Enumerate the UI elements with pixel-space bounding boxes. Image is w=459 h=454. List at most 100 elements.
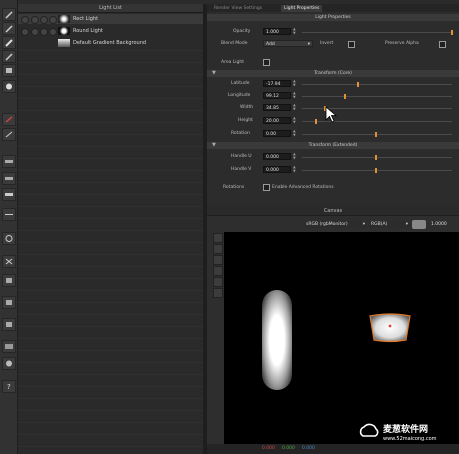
latitude-slider-knob[interactable] bbox=[357, 82, 359, 87]
render-canvas[interactable] bbox=[224, 232, 459, 444]
advanced-rotations-checkbox[interactable] bbox=[263, 184, 270, 191]
move-tool-icon[interactable] bbox=[213, 244, 223, 254]
latitude-slider[interactable] bbox=[302, 84, 452, 85]
opacity-slider[interactable] bbox=[302, 32, 452, 33]
visibility-toggle[interactable] bbox=[21, 28, 29, 36]
section-transform-core[interactable]: ▼ Transform (Core) bbox=[207, 70, 459, 77]
height-slider-knob[interactable] bbox=[315, 119, 317, 124]
fit-tool-icon[interactable] bbox=[213, 277, 223, 287]
solo-toggle[interactable] bbox=[31, 28, 39, 36]
gear-icon[interactable] bbox=[2, 232, 16, 245]
rotation-input[interactable]: 0.00 bbox=[263, 130, 291, 137]
mute-toggle[interactable] bbox=[49, 28, 57, 36]
handle-u-label: Handle U bbox=[231, 154, 252, 159]
brush-icon[interactable] bbox=[2, 36, 16, 49]
rect-light-shape[interactable] bbox=[262, 290, 292, 390]
cross-icon[interactable] bbox=[2, 255, 16, 268]
tab-light-properties[interactable]: Light Properties bbox=[281, 5, 323, 12]
longitude-slider[interactable] bbox=[302, 96, 452, 97]
tab-render-view-settings[interactable]: Render View Settings bbox=[211, 5, 265, 12]
rect-icon[interactable] bbox=[2, 188, 16, 201]
rotation-slider-knob[interactable] bbox=[375, 132, 377, 137]
color-space-select[interactable]: sRGB (rgbMonitor) ▾ bbox=[304, 221, 366, 228]
arrow-icon[interactable] bbox=[2, 128, 16, 141]
line-icon[interactable] bbox=[2, 113, 16, 126]
handle-v-spinner[interactable]: ▲ ▼ bbox=[293, 165, 298, 173]
pen-icon[interactable] bbox=[2, 22, 16, 35]
pen-icon[interactable] bbox=[2, 8, 16, 21]
square-icon[interactable] bbox=[2, 274, 16, 287]
status-r: 0.000 bbox=[262, 446, 275, 451]
square-icon[interactable] bbox=[2, 296, 16, 309]
frame-tool-icon[interactable] bbox=[213, 288, 223, 298]
sphere-icon[interactable] bbox=[2, 357, 16, 370]
eraser-icon[interactable] bbox=[2, 64, 16, 77]
rect-icon[interactable] bbox=[2, 172, 16, 185]
height-spinner[interactable]: ▲ ▼ bbox=[293, 116, 298, 124]
watermark-url: www.52maicong.com bbox=[383, 436, 437, 442]
lock-toggle[interactable] bbox=[40, 28, 48, 36]
rect-icon[interactable] bbox=[2, 208, 16, 221]
square-icon[interactable] bbox=[2, 318, 16, 331]
preserve-alpha-checkbox[interactable] bbox=[439, 41, 446, 48]
visibility-toggle[interactable] bbox=[21, 16, 29, 24]
star-icon[interactable] bbox=[2, 80, 16, 93]
pan-tool-icon[interactable] bbox=[213, 255, 223, 265]
rotation-slider[interactable] bbox=[302, 134, 452, 135]
select-tool-icon[interactable] bbox=[213, 233, 223, 243]
handle-v-slider[interactable] bbox=[302, 170, 452, 171]
svg-text:?: ? bbox=[7, 383, 11, 391]
blend-mode-label: Blend Mode bbox=[221, 41, 248, 46]
opacity-spinner[interactable]: ▲ ▼ bbox=[293, 27, 298, 35]
light-list-item[interactable]: Default Gradient Background bbox=[18, 38, 203, 48]
opacity-slider-knob[interactable] bbox=[451, 30, 453, 35]
opacity-input[interactable]: 1.000 bbox=[263, 28, 291, 35]
rotation-label: Rotation bbox=[231, 131, 250, 136]
tool-strip: ? bbox=[0, 0, 18, 454]
channel-select[interactable]: RGB(A) ▾ bbox=[369, 221, 409, 228]
section-transform-extended[interactable]: ▼ Transform (Extended) bbox=[207, 142, 459, 149]
light-list-item[interactable]: Round Light bbox=[18, 26, 203, 36]
handle-u-input[interactable]: 0.000 bbox=[263, 153, 291, 160]
light-list-item[interactable]: Rect Light bbox=[18, 14, 203, 24]
cube-icon[interactable] bbox=[2, 340, 16, 353]
channel-value: RGB(A) bbox=[371, 222, 388, 227]
blend-mode-select[interactable]: Add ▾ bbox=[263, 40, 313, 47]
chevron-down-icon: ▾ bbox=[307, 42, 310, 47]
help-icon[interactable]: ? bbox=[2, 380, 16, 393]
handle-u-slider[interactable] bbox=[302, 157, 452, 158]
width-input[interactable]: 34.85 bbox=[263, 104, 291, 111]
exposure-icon[interactable] bbox=[412, 220, 426, 229]
light-list-panel: Light List Rect Light Round Light Defaul… bbox=[18, 4, 203, 454]
zoom-tool-icon[interactable] bbox=[213, 266, 223, 276]
latitude-spinner[interactable]: ▲ ▼ bbox=[293, 79, 298, 87]
handle-v-slider-knob[interactable] bbox=[375, 168, 377, 173]
width-spinner[interactable]: ▲ ▼ bbox=[293, 103, 298, 111]
longitude-slider-knob[interactable] bbox=[344, 94, 346, 99]
invert-checkbox[interactable] bbox=[348, 41, 355, 48]
rotation-spinner[interactable]: ▲ ▼ bbox=[293, 129, 298, 137]
cloud-logo-icon bbox=[358, 421, 380, 439]
selected-light-gizmo[interactable] bbox=[362, 310, 418, 346]
height-label: Height bbox=[238, 118, 253, 123]
handle-v-input[interactable]: 0.000 bbox=[263, 166, 291, 173]
canvas-title: Canvas bbox=[207, 207, 459, 216]
collapse-triangle-icon: ▼ bbox=[212, 142, 216, 148]
latitude-input[interactable]: -17.94 bbox=[263, 80, 291, 87]
lock-toggle[interactable] bbox=[40, 16, 48, 24]
area-light-checkbox[interactable] bbox=[263, 59, 270, 66]
height-input[interactable]: 20.00 bbox=[263, 117, 291, 124]
status-bar: 0.000 0.000 0.000 bbox=[207, 444, 459, 454]
pen-icon[interactable] bbox=[2, 50, 16, 63]
mute-toggle[interactable] bbox=[49, 16, 57, 24]
preserve-alpha-label: Preserve Alpha bbox=[385, 41, 419, 46]
longitude-spinner[interactable]: ▲ ▼ bbox=[293, 91, 298, 99]
rect-icon[interactable] bbox=[2, 155, 16, 168]
handle-u-spinner[interactable]: ▲ ▼ bbox=[293, 152, 298, 160]
longitude-input[interactable]: 99.12 bbox=[263, 92, 291, 99]
handle-u-slider-knob[interactable] bbox=[375, 155, 377, 160]
exposure-value[interactable]: 1.0000 bbox=[431, 222, 447, 227]
solo-toggle[interactable] bbox=[31, 16, 39, 24]
opacity-label: Opacity bbox=[233, 29, 251, 34]
watermark-brand: 麦葱软件网 bbox=[383, 425, 429, 435]
